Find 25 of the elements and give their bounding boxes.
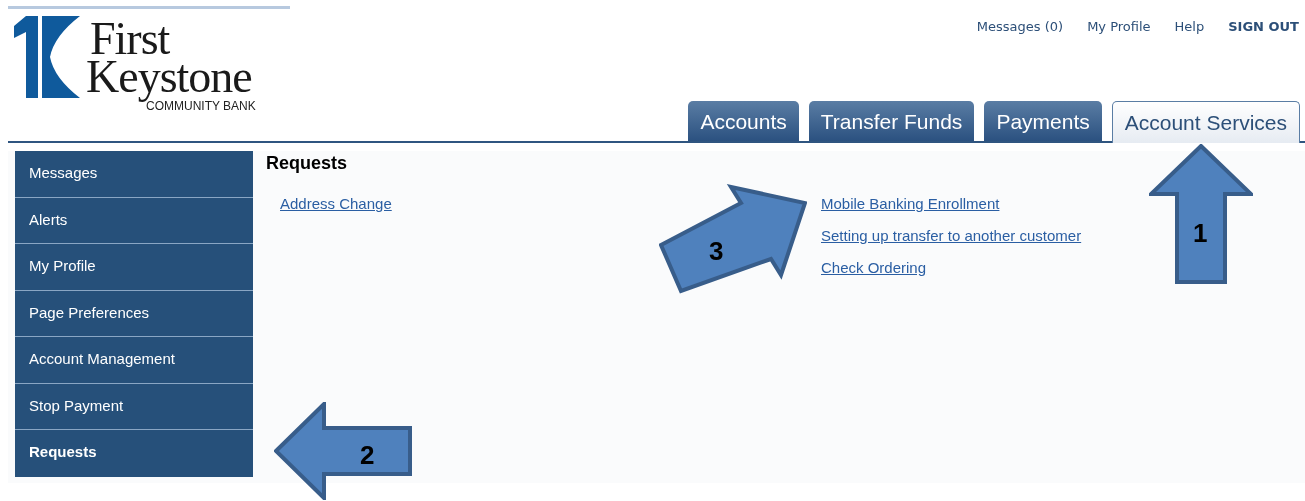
nav-tab[interactable]: Account Services bbox=[1111, 101, 1300, 143]
callout-number: 2 bbox=[360, 442, 375, 468]
nav-tab[interactable]: Payments bbox=[984, 101, 1102, 141]
sidebar-item[interactable]: Page Preferences bbox=[15, 290, 253, 337]
sidebar-item[interactable]: Requests bbox=[15, 430, 253, 477]
callout-number: 3 bbox=[709, 238, 724, 264]
sidebar-item[interactable]: My Profile bbox=[15, 244, 253, 291]
sidebar-item[interactable]: Alerts bbox=[15, 197, 253, 244]
nav-tab[interactable]: Transfer Funds bbox=[808, 101, 975, 141]
request-link[interactable]: Mobile Banking Enrollment bbox=[821, 195, 1000, 212]
request-link[interactable]: Setting up transfer to another customer bbox=[821, 227, 1082, 244]
sidebar-item[interactable]: Messages bbox=[15, 151, 253, 198]
top-link[interactable]: My Profile bbox=[1087, 19, 1151, 34]
top-link[interactable]: Messages (0) bbox=[976, 19, 1064, 34]
top-link[interactable]: Help bbox=[1174, 19, 1205, 34]
request-link[interactable]: Check Ordering bbox=[821, 259, 927, 276]
logo-mark-icon bbox=[14, 16, 80, 98]
sidebar-item[interactable]: Account Management bbox=[15, 337, 253, 384]
logo-tagline: COMMUNITY BANK bbox=[146, 99, 256, 113]
page-heading: Requests bbox=[266, 153, 349, 174]
callout-number: 1 bbox=[1193, 220, 1208, 246]
nav-tab[interactable]: Accounts bbox=[688, 101, 799, 141]
request-link[interactable]: Address Change bbox=[280, 195, 392, 212]
sidebar-item[interactable]: Stop Payment bbox=[15, 383, 253, 430]
sign-out-link[interactable]: SIGN OUT bbox=[1228, 19, 1299, 34]
